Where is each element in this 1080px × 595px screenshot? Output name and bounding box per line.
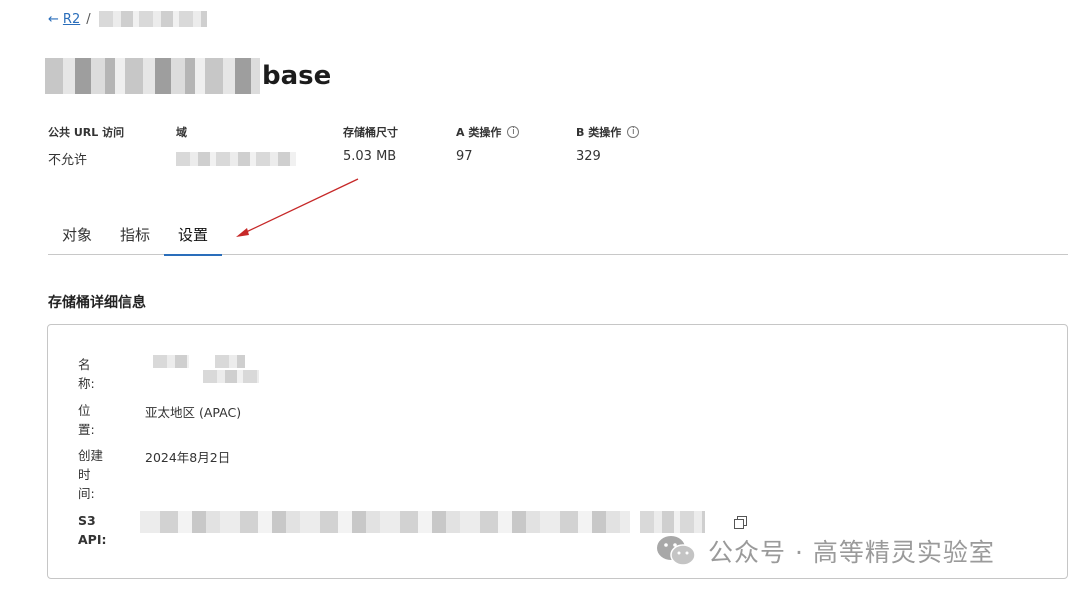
detail-value-location: 亚太地区 (APAC) — [145, 405, 242, 420]
watermark: 公众号 · 高等精灵实验室 — [656, 533, 995, 569]
detail-label: S3 API: — [78, 513, 107, 547]
tab-objects[interactable]: 对象 — [62, 215, 92, 255]
copy-icon[interactable] — [734, 516, 747, 529]
tab-metrics[interactable]: 指标 — [120, 215, 150, 255]
wechat-icon — [657, 536, 696, 566]
section-title: 存储桶详细信息 — [48, 295, 146, 311]
tab-settings[interactable]: 设置 — [164, 215, 222, 256]
watermark-text: 公众号 · 高等精灵实验室 — [708, 538, 995, 567]
detail-label: 创建时间: — [78, 448, 104, 501]
detail-label: 名称: — [78, 357, 95, 391]
detail-value-created: 2024年8月2日 — [145, 450, 231, 465]
tab-bar: 对象 指标 设置 — [48, 215, 1068, 256]
detail-label: 位置: — [78, 403, 95, 437]
